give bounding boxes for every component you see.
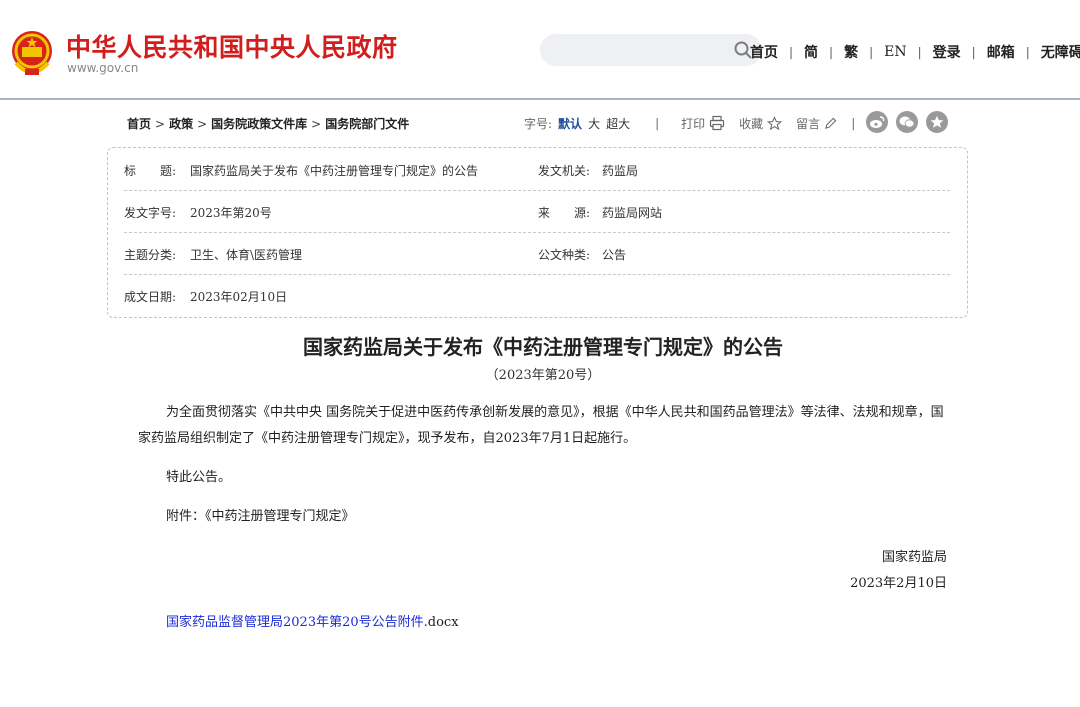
document-info-table: 标 题: 国家药监局关于发布《中药注册管理专门规定》的公告 发文机关: 药监局 发文…	[107, 147, 968, 318]
wechat-share-icon[interactable]	[896, 111, 918, 133]
toolbar-separator: |	[655, 116, 660, 130]
attachment-extension: .docx	[423, 615, 459, 630]
nav-home[interactable]: 首页	[750, 42, 778, 62]
national-emblem-icon	[12, 31, 52, 75]
nav-mail[interactable]: 邮箱	[987, 42, 1015, 62]
site-name[interactable]: 中华人民共和国中央人民政府	[66, 28, 398, 64]
info-row: 成文日期: 2023年02月10日	[124, 274, 950, 316]
article-paragraph: 为全面贯彻落实《中共中央 国务院关于促进中医药传承创新发展的意见》，根据《中华人…	[138, 405, 944, 446]
weibo-share-icon[interactable]	[866, 111, 888, 133]
toolbar-separator: |	[851, 116, 856, 130]
date-label: 成文日期:	[124, 290, 177, 304]
top-nav: 首页 | 简 | 繁 | EN | 登录 | 邮箱 | 无障碍	[750, 42, 1080, 62]
breadcrumb-home[interactable]: 首页	[127, 117, 151, 131]
printer-icon	[710, 115, 725, 131]
print-button[interactable]: 打印	[681, 115, 725, 132]
favorite-share-icon[interactable]	[926, 111, 948, 133]
docno-value: 2023年第20号	[190, 206, 272, 220]
search-input[interactable]	[540, 34, 762, 66]
article-subtitle: （2023年第20号）	[485, 368, 601, 383]
nav-separator: |	[971, 45, 976, 59]
font-size-xlarge[interactable]: 超大	[606, 115, 630, 132]
issuer-label: 发文机关:	[538, 164, 591, 178]
title-label: 标 题:	[124, 164, 177, 178]
article-title: 国家药监局关于发布《中药注册管理专门规定》的公告	[303, 335, 783, 359]
source-value: 药监局网站	[602, 206, 663, 220]
article-body: 为全面贯彻落实《中共中央 国务院关于促进中医药传承创新发展的意见》，根据《中华人…	[138, 400, 950, 530]
info-row: 标 题: 国家药监局关于发布《中药注册管理专门规定》的公告 发文机关: 药监局	[124, 148, 950, 191]
nav-separator: |	[829, 45, 834, 59]
info-row: 发文字号: 2023年第20号 来 源: 药监局网站	[124, 190, 950, 233]
breadcrumb: 首页 > 政策 > 国务院政策文件库 > 国务院部门文件	[127, 117, 410, 131]
nav-english[interactable]: EN	[884, 44, 906, 60]
print-label: 打印	[681, 116, 706, 131]
attachment: 国家药品监督管理局2023年第20号公告附件.docx	[166, 611, 459, 630]
signer: 国家药监局	[881, 550, 947, 565]
comment-button[interactable]: 留言	[796, 115, 837, 132]
category-label: 主题分类:	[124, 248, 177, 262]
font-size-large[interactable]: 大	[588, 115, 600, 132]
title-value: 国家药监局关于发布《中药注册管理专门规定》的公告	[190, 164, 479, 178]
category-value: 卫生、体育\医药管理	[190, 248, 303, 262]
nav-separator: |	[1025, 45, 1030, 59]
breadcrumb-dept-docs[interactable]: 国务院部门文件	[325, 117, 409, 131]
star-icon	[767, 115, 783, 130]
attachment-link[interactable]: 国家药品监督管理局2023年第20号公告附件	[166, 615, 424, 630]
pencil-icon	[825, 117, 837, 129]
docno-label: 发文字号:	[124, 206, 177, 220]
favorite-button[interactable]: 收藏	[739, 115, 783, 132]
font-size-default[interactable]: 默认	[558, 115, 582, 132]
nav-accessibility[interactable]: 无障碍	[1041, 42, 1080, 62]
nav-traditional[interactable]: 繁	[844, 42, 858, 62]
nav-separator: |	[917, 45, 922, 59]
page-toolbar: 字号: 默认 大 超大 | 打印 收藏 留言 |	[524, 114, 855, 132]
comment-label: 留言	[796, 116, 821, 131]
doctype-value: 公告	[602, 248, 627, 262]
article-paragraph: 特此公告。	[166, 470, 232, 485]
issuer-value: 药监局	[602, 164, 639, 178]
nav-simplified[interactable]: 简	[804, 42, 818, 62]
source-label: 来 源:	[538, 206, 591, 220]
site-header: 中华人民共和国中央人民政府 www.gov.cn 首页 | 简 | 繁 | EN…	[0, 0, 1080, 100]
font-size-label: 字号:	[524, 116, 553, 131]
breadcrumb-policy-library[interactable]: 国务院政策文件库	[211, 117, 307, 131]
date-value: 2023年02月10日	[190, 290, 288, 304]
sign-date: 2023年2月10日	[850, 576, 947, 591]
site-url: www.gov.cn	[67, 61, 139, 75]
nav-login[interactable]: 登录	[933, 42, 961, 62]
breadcrumb-policy[interactable]: 政策	[169, 117, 193, 131]
doctype-label: 公文种类:	[538, 248, 591, 262]
nav-separator: |	[789, 45, 794, 59]
share-bar	[866, 111, 956, 133]
article-paragraph: 附件：《中药注册管理专门规定》	[166, 509, 355, 524]
nav-separator: |	[869, 45, 874, 59]
favorite-label: 收藏	[739, 116, 764, 131]
info-row: 主题分类: 卫生、体育\医药管理 公文种类: 公告	[124, 232, 950, 275]
